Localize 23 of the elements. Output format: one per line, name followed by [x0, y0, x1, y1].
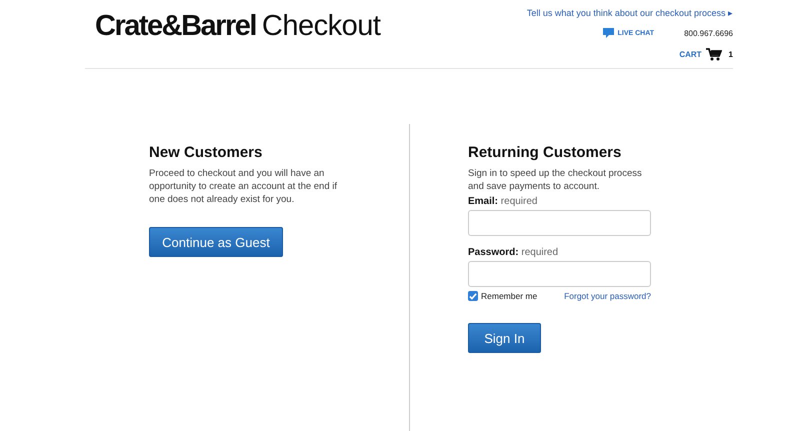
checkbox[interactable]: [468, 291, 478, 301]
input-field[interactable]: [468, 210, 651, 236]
forgot-password-link[interactable]: Forgot your password?: [564, 291, 651, 301]
section-description: Sign in to speed up the checkout process and save payments to account.: [468, 167, 643, 193]
phone-number: 800.967.6696: [684, 28, 733, 38]
page-title: Checkout: [262, 10, 380, 43]
field-label: Email:: [468, 196, 498, 207]
section-description: Proceed to checkout and you will have an opportunity to create an account at the end if one does not already exist for you.: [149, 167, 338, 206]
field-label: Password:: [468, 247, 519, 258]
sign-in-button[interactable]: Sign In: [468, 323, 541, 353]
section-heading: New Customers: [149, 144, 264, 161]
required-hint: required: [500, 196, 538, 207]
cart-link[interactable]: CART: [679, 50, 702, 59]
section-heading: Returning Customers: [468, 144, 622, 161]
cart-icon: [706, 48, 722, 61]
continue-as-guest-button[interactable]: Continue as Guest: [149, 227, 283, 257]
chat-bubble-icon: [602, 28, 614, 38]
input-field[interactable]: [468, 261, 651, 287]
required-hint: required: [521, 247, 558, 258]
checkbox-label: Remember me: [481, 291, 538, 301]
feedback-link[interactable]: Tell us what you think about our checkout process ▸: [526, 8, 733, 18]
cart-count: 1: [728, 50, 733, 59]
brand-logo[interactable]: Crate&Barrel: [95, 10, 256, 43]
